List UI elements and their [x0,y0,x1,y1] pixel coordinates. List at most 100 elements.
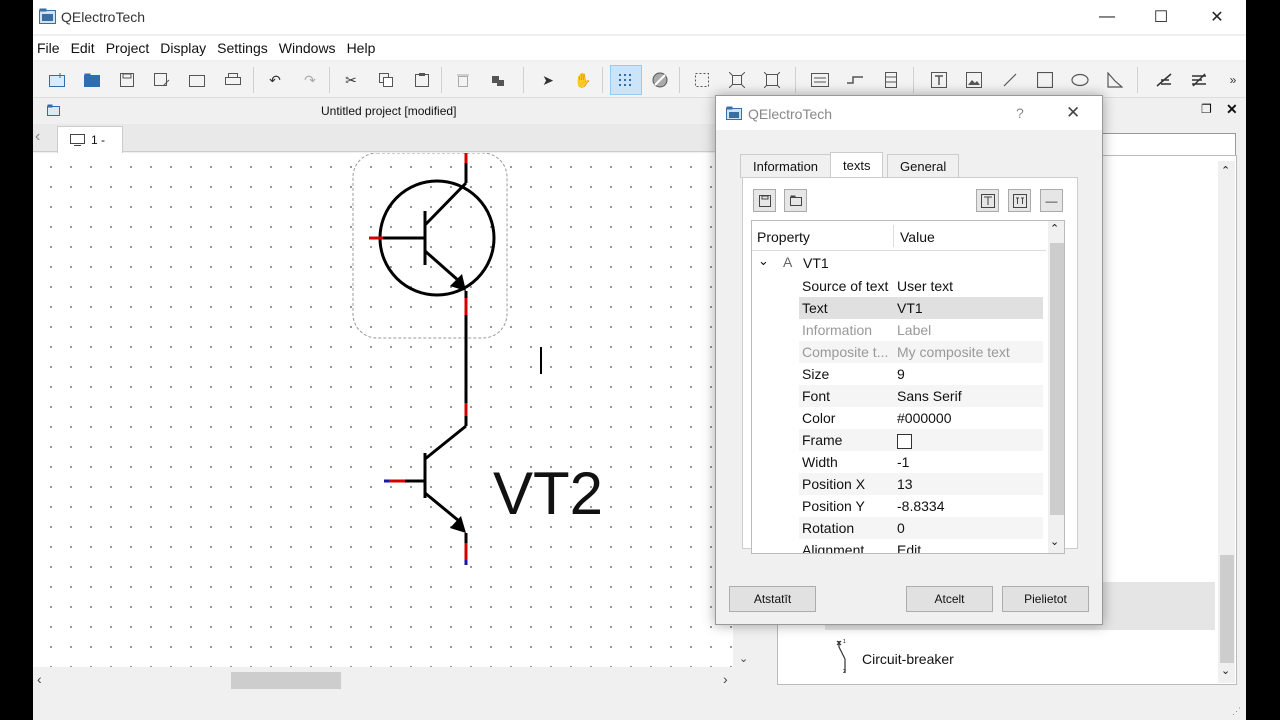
tab-scroll-left-icon[interactable]: ‹ [35,128,53,150]
menu-settings[interactable]: Settings [213,40,275,56]
add-text-button-icon[interactable] [976,189,999,212]
reset-button[interactable]: Atstatīt [729,586,816,612]
collection-search-input[interactable] [1102,133,1236,157]
color-mode-icon[interactable] [648,68,672,92]
text-item-icon: A [783,254,793,270]
close-project-icon[interactable] [185,68,209,92]
svg-text:2: 2 [843,669,846,675]
add-polygon-icon[interactable] [1103,68,1127,92]
resize-grip-icon[interactable]: ⋰ [1232,706,1241,717]
copy-icon[interactable] [374,68,398,92]
row-width[interactable]: Width -1 [799,451,1043,473]
add-image-icon[interactable] [962,68,986,92]
dialog-close-icon[interactable]: ✕ [1066,103,1080,123]
toolbar-overflow-icon[interactable]: » [1226,68,1240,92]
folio-tab-1[interactable]: 1 - [57,126,123,153]
tab-general[interactable]: General [887,154,960,178]
remove-text-icon[interactable]: — [1040,189,1063,212]
select-pointer-icon[interactable]: ➤ [536,68,560,92]
grid-toggle-icon[interactable] [610,65,642,95]
collection-scroll-up-icon[interactable]: ⌃ [1221,164,1230,177]
collection-scroll-thumb[interactable] [1220,555,1234,663]
frame-checkbox[interactable] [897,433,912,449]
row-position-x[interactable]: Position X 13 [799,473,1043,495]
row-color[interactable]: Color #000000 [799,407,1043,429]
scroll-down-arrow-icon[interactable]: ⌄ [739,652,748,665]
close-window-button[interactable]: ✕ [1194,0,1240,34]
dialog-help-button[interactable]: ? [1016,105,1024,121]
row-frame[interactable]: Frame [799,429,1043,451]
row-size[interactable]: Size 9 [799,363,1043,385]
project-icon [47,104,60,116]
new-project-icon[interactable] [45,68,69,92]
bring-forward-icon[interactable] [1152,68,1176,92]
property-scroll-up-icon[interactable]: ⌃ [1050,222,1059,235]
property-table[interactable]: Property Value ⌄ A VT1 Source of text Use… [751,220,1065,554]
rotate-icon[interactable] [486,68,510,92]
transistor-vt1[interactable] [369,153,496,318]
open-project-icon[interactable] [80,68,104,92]
add-text-field-icon[interactable] [808,68,832,92]
tab-texts[interactable]: texts [830,152,884,178]
conductor-icon[interactable] [843,68,867,92]
terminal-strip-icon[interactable] [879,68,903,92]
add-rectangle-icon[interactable] [1033,68,1057,92]
menu-edit[interactable]: Edit [67,40,102,56]
menu-windows[interactable]: Windows [275,40,343,56]
diagram-canvas[interactable]: VT2 [33,153,733,667]
menu-display[interactable]: Display [156,40,213,56]
cancel-button[interactable]: Atcelt [906,586,993,612]
collection-scroll-down-icon[interactable]: ⌄ [1221,664,1230,677]
menu-project[interactable]: Project [102,40,157,56]
row-alignment[interactable]: Alignment Edit [799,539,1043,553]
scroll-right-arrow-icon[interactable]: › [723,671,728,687]
group-vt1[interactable]: VT1 [803,255,829,271]
redo-icon[interactable]: ↷ [298,68,322,92]
scroll-left-arrow-icon[interactable]: ‹ [37,671,42,687]
open-config-icon[interactable] [784,189,807,212]
row-position-y[interactable]: Position Y -8.8334 [799,495,1043,517]
zoom-fit-icon[interactable] [725,68,749,92]
menu-help[interactable]: Help [343,40,383,56]
minimize-button[interactable]: — [1084,0,1130,34]
maximize-button[interactable]: ☐ [1138,0,1184,34]
add-text-icon[interactable] [927,68,951,92]
menu-file[interactable]: File [33,40,67,56]
undo-icon[interactable]: ↶ [263,68,287,92]
save-as-icon[interactable] [150,68,174,92]
pan-hand-icon[interactable]: ✋ [571,68,595,92]
row-source-of-text[interactable]: Source of text User text [799,275,1043,297]
row-information[interactable]: Information Label [799,319,1043,341]
row-composite-text[interactable]: Composite t... My composite text [799,341,1043,363]
transistor-vt2[interactable] [384,403,468,565]
zoom-reset-icon[interactable] [760,68,784,92]
collection-item-circuit-breaker[interactable]: Circuit-breaker [862,651,954,667]
add-text-group-icon[interactable] [1008,189,1031,212]
element-label-vt2[interactable]: VT2 [493,464,603,524]
print-icon[interactable] [221,68,245,92]
collapse-chevron-icon[interactable]: ⌄ [758,253,769,269]
screen-border-left [0,0,33,720]
add-line-icon[interactable] [998,68,1022,92]
send-backward-icon[interactable] [1187,68,1211,92]
property-scroll-thumb[interactable] [1050,243,1064,515]
folio-icon [70,134,85,146]
panel-float-icon[interactable]: ❐ [1201,102,1212,116]
tab-information[interactable]: Information [740,154,832,178]
horizontal-scroll-thumb[interactable] [231,672,341,689]
save-config-icon[interactable] [753,189,776,212]
save-icon[interactable] [115,68,139,92]
panel-close-icon[interactable]: ✕ [1226,101,1238,118]
delete-icon[interactable] [451,68,475,92]
apply-button[interactable]: Pielietot [1002,586,1089,612]
cut-icon[interactable]: ✂ [339,68,363,92]
paste-icon[interactable] [410,68,434,92]
select-all-icon[interactable] [690,68,714,92]
row-rotation[interactable]: Rotation 0 [799,517,1043,539]
add-ellipse-icon[interactable] [1068,68,1092,92]
row-font[interactable]: Font Sans Serif [799,385,1043,407]
dialog-title: QElectroTech [748,106,833,122]
horizontal-scrollbar[interactable] [33,667,738,691]
property-scroll-down-icon[interactable]: ⌄ [1050,535,1059,548]
row-text[interactable]: Text VT1 [799,297,1043,319]
